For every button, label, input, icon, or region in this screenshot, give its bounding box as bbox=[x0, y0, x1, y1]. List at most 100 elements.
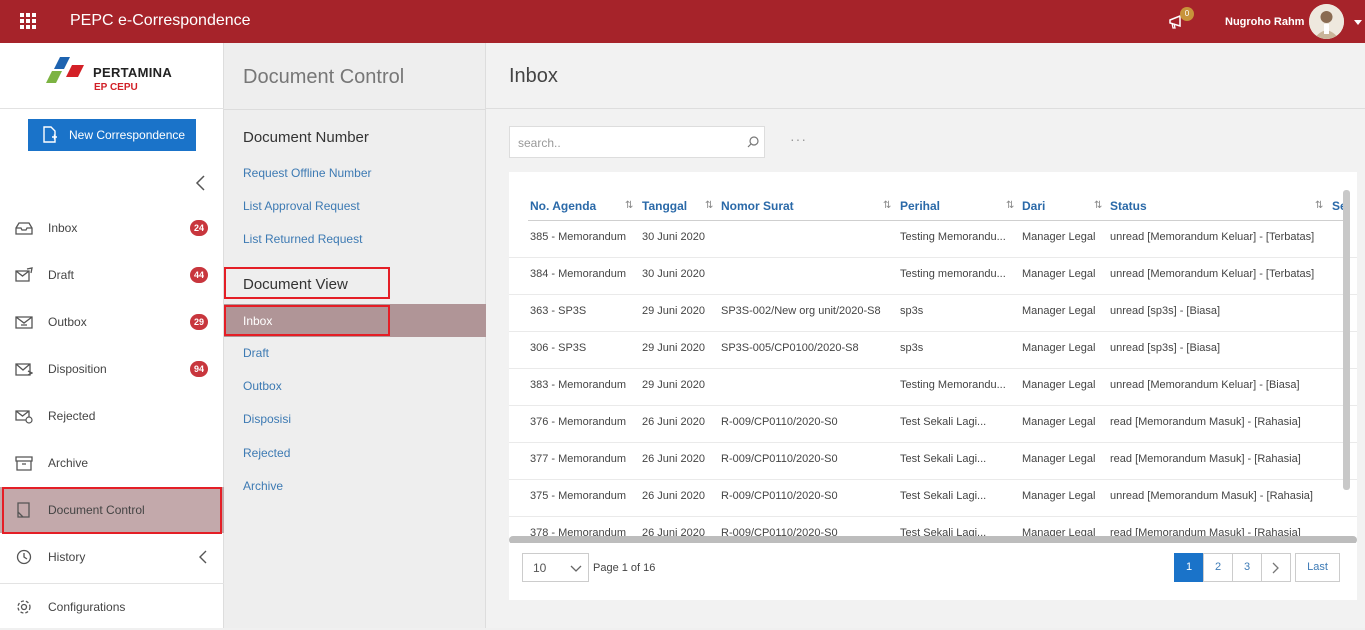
next-page-button[interactable] bbox=[1261, 553, 1291, 582]
sidebar-item-label: Draft bbox=[48, 268, 75, 282]
cell-no-agenda: 363 - SP3S bbox=[530, 305, 587, 317]
cell-status: unread [Memorandum Masuk] - [Rahasia] bbox=[1110, 490, 1313, 502]
cell-dari: Manager Legal bbox=[1022, 453, 1096, 465]
username[interactable]: Nugroho Rahm bbox=[1225, 16, 1304, 28]
cell-no-agenda: 383 - Memorandum bbox=[530, 379, 626, 391]
table-row[interactable]: 306 - SP3S 29 Juni 2020 SP3S-005/CP0100/20… bbox=[509, 332, 1357, 369]
cell-perihal: Test Sekali Lagi... bbox=[900, 416, 987, 428]
gear-icon bbox=[17, 600, 31, 614]
cell-tanggal: 26 Juni 2020 bbox=[642, 490, 705, 502]
collapse-icon[interactable] bbox=[194, 174, 208, 192]
cell-no-agenda: 375 - Memorandum bbox=[530, 490, 626, 502]
sort-icon[interactable]: ⇅ bbox=[1315, 200, 1323, 211]
cell-dari: Manager Legal bbox=[1022, 379, 1096, 391]
table-row[interactable]: 376 - Memorandum 26 Juni 2020 R-009/CP0110… bbox=[509, 406, 1357, 443]
sidebar-item-disposition[interactable]: Disposition 94 bbox=[0, 346, 224, 392]
cell-no-agenda: 384 - Memorandum bbox=[530, 268, 626, 280]
sort-icon[interactable]: ⇅ bbox=[705, 200, 713, 211]
column-header-tanggal[interactable]: Tanggal bbox=[642, 199, 687, 213]
sort-icon[interactable]: ⇅ bbox=[1006, 200, 1014, 211]
pertamina-logo-icon bbox=[46, 57, 84, 83]
column-header-no-agenda[interactable]: No. Agenda bbox=[530, 199, 596, 213]
chevron-down-icon bbox=[570, 565, 582, 572]
cell-status: unread [Memorandum Keluar] - [Biasa] bbox=[1110, 379, 1300, 391]
cell-tanggal: 29 Juni 2020 bbox=[642, 379, 705, 391]
cell-dari: Manager Legal bbox=[1022, 268, 1096, 280]
cell-status: unread [sp3s] - [Biasa] bbox=[1110, 305, 1221, 317]
column-header-perihal[interactable]: Perihal bbox=[900, 199, 940, 213]
sidebar-item-label: Configurations bbox=[48, 600, 126, 614]
table-row[interactable]: 385 - Memorandum 30 Juni 2020 Testing Memo… bbox=[509, 221, 1357, 258]
search-input[interactable]: search.. bbox=[509, 126, 765, 158]
more-options-icon[interactable]: ··· bbox=[790, 131, 807, 147]
notification-badge: 0 bbox=[1180, 7, 1194, 21]
sidebar-item-archive[interactable]: Archive bbox=[0, 440, 224, 486]
count-badge: 29 bbox=[190, 314, 208, 330]
sort-icon[interactable]: ⇅ bbox=[883, 200, 891, 211]
cell-perihal: Testing Memorandu... bbox=[900, 379, 1006, 391]
cell-dari: Manager Legal bbox=[1022, 305, 1096, 317]
new-correspondence-button[interactable]: New Correspondence bbox=[28, 119, 196, 151]
sidebar-item-inbox[interactable]: Inbox 24 bbox=[0, 205, 224, 251]
table-row[interactable]: 363 - SP3S 29 Juni 2020 SP3S-002/New org u… bbox=[509, 295, 1357, 332]
last-page-button[interactable]: Last bbox=[1295, 553, 1340, 582]
page-button-2[interactable]: 2 bbox=[1203, 553, 1233, 582]
link-draft[interactable]: Draft bbox=[243, 346, 269, 360]
pagination: 10 Page 1 of 16 1 2 3 Last bbox=[509, 543, 1357, 600]
column-header-nomor-surat[interactable]: Nomor Surat bbox=[721, 199, 794, 213]
divider bbox=[224, 109, 486, 110]
app-title: PEPC e-Correspondence bbox=[70, 12, 251, 29]
table-row[interactable]: 375 - Memorandum 26 Juni 2020 R-009/CP0110… bbox=[509, 480, 1357, 517]
page-button-3[interactable]: 3 bbox=[1232, 553, 1262, 582]
column-header-dari[interactable]: Dari bbox=[1022, 199, 1045, 213]
chevron-down-icon[interactable] bbox=[1354, 20, 1362, 25]
sort-icon[interactable]: ⇅ bbox=[1094, 200, 1102, 211]
column-header-status[interactable]: Status bbox=[1110, 199, 1147, 213]
avatar[interactable] bbox=[1309, 4, 1344, 39]
cell-perihal: Test Sekali Lagi... bbox=[900, 490, 987, 502]
new-correspondence-label: New Correspondence bbox=[69, 128, 186, 142]
chevron-right-icon bbox=[1272, 562, 1279, 574]
cell-status: unread [Memorandum Keluar] - [Terbatas] bbox=[1110, 268, 1315, 280]
link-rejected[interactable]: Rejected bbox=[243, 446, 290, 460]
cell-dari: Manager Legal bbox=[1022, 342, 1096, 354]
table-row[interactable]: 377 - Memorandum 26 Juni 2020 R-009/CP0110… bbox=[509, 443, 1357, 480]
cell-nomor-surat: R-009/CP0110/2020-S0 bbox=[721, 490, 838, 502]
logo: PERTAMINA EP CEPU bbox=[0, 43, 224, 109]
cell-dari: Manager Legal bbox=[1022, 231, 1096, 243]
cell-nomor-surat: SP3S-005/CP0100/2020-S8 bbox=[721, 342, 859, 354]
rejected-icon bbox=[15, 410, 33, 424]
sort-icon[interactable]: ⇅ bbox=[625, 200, 633, 211]
app-grid-icon[interactable] bbox=[20, 13, 36, 29]
table-row[interactable]: 384 - Memorandum 30 Juni 2020 Testing memo… bbox=[509, 258, 1357, 295]
page-info: Page 1 of 16 bbox=[593, 562, 656, 574]
page-button-1[interactable]: 1 bbox=[1174, 553, 1204, 582]
sidebar-item-draft[interactable]: Draft 44 bbox=[0, 252, 224, 298]
cell-dari: Manager Legal bbox=[1022, 416, 1096, 428]
sidebar-item-label: History bbox=[48, 550, 86, 564]
cell-tanggal: 26 Juni 2020 bbox=[642, 416, 705, 428]
link-outbox[interactable]: Outbox bbox=[243, 379, 282, 393]
link-request-offline-number[interactable]: Request Offline Number bbox=[243, 166, 372, 180]
vertical-scrollbar[interactable] bbox=[1343, 190, 1350, 490]
link-list-approval-request[interactable]: List Approval Request bbox=[243, 199, 360, 213]
count-badge: 24 bbox=[190, 220, 208, 236]
link-list-returned-request[interactable]: List Returned Request bbox=[243, 232, 362, 246]
sidebar-item-outbox[interactable]: Outbox 29 bbox=[0, 299, 224, 345]
link-disposisi[interactable]: Disposisi bbox=[243, 412, 291, 426]
search-placeholder: search.. bbox=[518, 136, 561, 150]
cell-tanggal: 29 Juni 2020 bbox=[642, 342, 705, 354]
page-size-select[interactable]: 10 bbox=[522, 553, 589, 582]
chevron-left-icon[interactable] bbox=[198, 550, 208, 564]
link-archive[interactable]: Archive bbox=[243, 479, 283, 493]
cell-perihal: Test Sekali Lagi... bbox=[900, 453, 987, 465]
cell-status: read [Memorandum Masuk] - [Rahasia] bbox=[1110, 416, 1301, 428]
table-row[interactable]: 383 - Memorandum 29 Juni 2020 Testing Memo… bbox=[509, 369, 1357, 406]
sidebar-item-configurations[interactable]: Configurations bbox=[0, 584, 224, 630]
sidebar-item-rejected[interactable]: Rejected bbox=[0, 393, 224, 439]
cell-perihal: sp3s bbox=[900, 305, 924, 317]
inbox-icon bbox=[15, 222, 33, 235]
sidebar-item-history[interactable]: History bbox=[0, 534, 224, 580]
cell-no-agenda: 376 - Memorandum bbox=[530, 416, 626, 428]
search-icon[interactable] bbox=[747, 136, 759, 148]
